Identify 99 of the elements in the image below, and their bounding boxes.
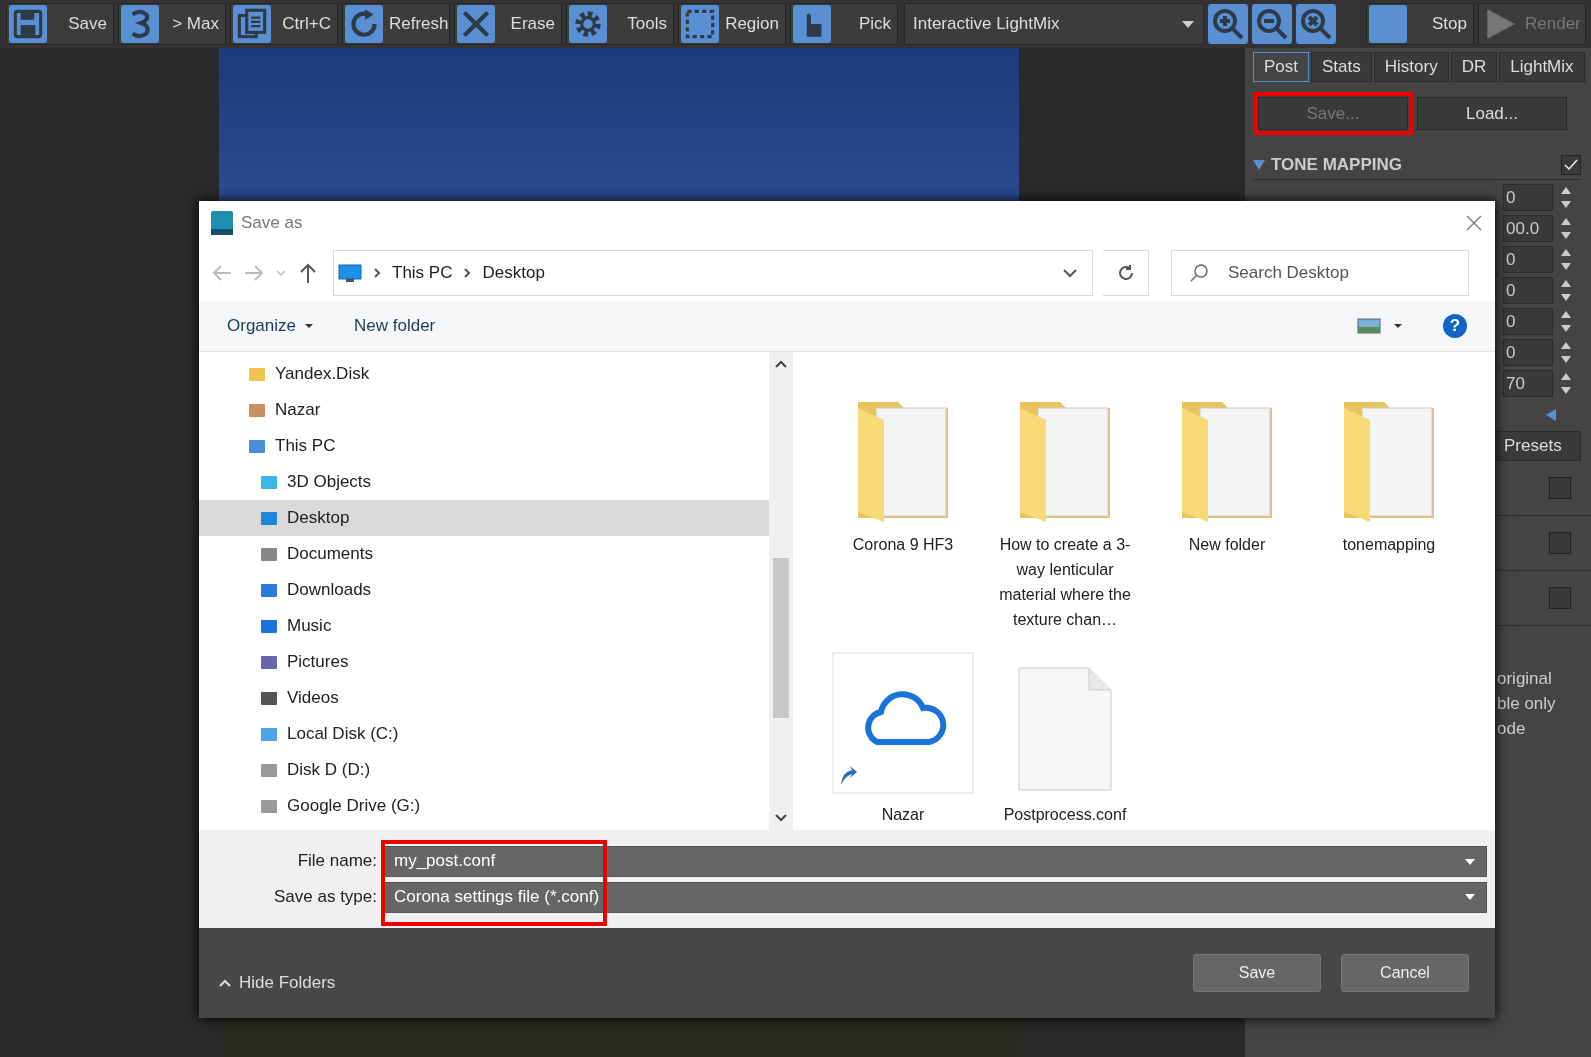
- scroll-up-icon[interactable]: [775, 360, 787, 368]
- collapse-triangle-icon[interactable]: [1253, 159, 1265, 171]
- zoom-out-icon[interactable]: [1252, 4, 1292, 44]
- document-icon: [1015, 664, 1115, 794]
- dialog-button[interactable]: Save: [1193, 954, 1321, 992]
- toolbar-button[interactable]: Erase: [454, 3, 562, 45]
- breadcrumb-item[interactable]: This PC: [392, 263, 453, 283]
- file-name[interactable]: Corona 9 HF3: [837, 532, 969, 557]
- file-name[interactable]: How to create a 3-way lenticular material where the texture chan…: [999, 532, 1131, 632]
- dialog-button[interactable]: Cancel: [1341, 954, 1469, 992]
- caret-icon[interactable]: [1393, 323, 1403, 329]
- toolbar-button[interactable]: Tools: [566, 3, 674, 45]
- three-logo-icon: [121, 5, 159, 43]
- zoom-reset-icon[interactable]: [1296, 4, 1336, 44]
- floppy-icon: [9, 5, 47, 43]
- dropdown-arrow-icon: [1464, 893, 1476, 901]
- option-checkbox[interactable]: [1549, 587, 1571, 609]
- presets-button[interactable]: Presets: [1497, 431, 1581, 461]
- scroll-thumb[interactable]: [773, 558, 789, 718]
- triangle-left-icon[interactable]: [1545, 409, 1557, 421]
- panel-tab[interactable]: Stats: [1311, 52, 1372, 82]
- refresh-icon: [345, 5, 383, 43]
- number-field[interactable]: 70: [1503, 370, 1553, 397]
- chevron-right-icon: [372, 267, 382, 279]
- tree-item[interactable]: Nazar: [199, 392, 769, 428]
- toolbar-button[interactable]: > Max: [118, 3, 226, 45]
- number-field[interactable]: 0: [1503, 277, 1553, 304]
- breadcrumb-item[interactable]: Desktop: [482, 263, 545, 283]
- gear-icon: [569, 5, 607, 43]
- app-logo-icon: [211, 211, 233, 235]
- file-name[interactable]: Postprocess.conf: [999, 802, 1131, 827]
- copy-icon: [233, 5, 271, 43]
- field-label: File name:: [296, 851, 377, 871]
- tree-item[interactable]: Pictures: [199, 644, 769, 680]
- chevron-down-icon[interactable]: [1062, 267, 1078, 279]
- command-button[interactable]: Organize: [227, 316, 314, 336]
- monitor-icon: [338, 264, 362, 282]
- refresh-button[interactable]: [1103, 250, 1149, 296]
- dashed-square-icon: [681, 5, 719, 43]
- file-type-dropdown[interactable]: Corona settings file (*.conf): [383, 881, 1487, 913]
- address-bar[interactable]: This PC Desktop: [333, 250, 1093, 296]
- close-icon[interactable]: [1465, 214, 1483, 232]
- stop-square-icon: [1369, 5, 1407, 43]
- dropdown-arrow-icon[interactable]: [1464, 857, 1476, 866]
- panel-tab[interactable]: History: [1373, 52, 1449, 82]
- tree-item[interactable]: Yandex.Disk: [199, 356, 769, 392]
- panel-tab[interactable]: LightMix: [1499, 52, 1585, 82]
- panel-tab[interactable]: Post: [1253, 52, 1310, 82]
- search-field[interactable]: Search Desktop: [1171, 250, 1469, 296]
- panel-tab[interactable]: DR: [1450, 52, 1498, 82]
- stop-button[interactable]: Stop: [1366, 3, 1474, 45]
- chevron-right-icon: [462, 267, 473, 279]
- toolbar-button[interactable]: Refresh: [342, 3, 450, 45]
- option-checkbox[interactable]: [1549, 477, 1571, 499]
- field-label: Save as type:: [273, 887, 377, 907]
- number-field[interactable]: 00.0: [1503, 215, 1553, 242]
- render-mode-dropdown[interactable]: Interactive LightMix: [904, 3, 1204, 45]
- caret-icon: [1181, 19, 1195, 29]
- note-text: ode: [1497, 718, 1527, 740]
- toolbar-button[interactable]: Ctrl+C: [230, 3, 338, 45]
- file-name[interactable]: New folder: [1161, 532, 1293, 557]
- cloud-shortcut-icon: [832, 652, 974, 794]
- number-field[interactable]: 0: [1503, 184, 1553, 211]
- toolbar-button[interactable]: Save: [6, 3, 114, 45]
- tree-item[interactable]: Disk D (D:): [199, 752, 769, 788]
- section-title: TONE MAPPING: [1271, 155, 1403, 175]
- tree-item[interactable]: Desktop: [199, 500, 769, 536]
- scroll-down-icon[interactable]: [775, 814, 787, 822]
- option-checkbox[interactable]: [1549, 532, 1571, 554]
- toolbar-button[interactable]: Region: [678, 3, 786, 45]
- tree-item[interactable]: Local Disk (C:): [199, 716, 769, 752]
- help-button[interactable]: ?: [1443, 314, 1467, 338]
- number-field[interactable]: 0: [1503, 308, 1553, 335]
- tree-item[interactable]: Documents: [199, 536, 769, 572]
- note-text: original: [1497, 668, 1553, 690]
- file-name-field[interactable]: my_post.conf: [383, 845, 1487, 877]
- caret-icon: [304, 323, 314, 329]
- tree-item[interactable]: 3D Objects: [199, 464, 769, 500]
- tree-item[interactable]: This PC: [199, 428, 769, 464]
- file-name[interactable]: Nazar: [837, 802, 969, 827]
- command-button[interactable]: New folder: [354, 316, 436, 336]
- tree-item[interactable]: Downloads: [199, 572, 769, 608]
- file-name[interactable]: tonemapping: [1323, 532, 1455, 557]
- note-text: ble only: [1497, 693, 1557, 715]
- x-icon: [457, 5, 495, 43]
- load-preset-button[interactable]: Load...: [1417, 97, 1567, 130]
- tree-item[interactable]: Music: [199, 608, 769, 644]
- checkmark-icon: [1564, 159, 1578, 171]
- tree-item[interactable]: Videos: [199, 680, 769, 716]
- hide-folders-button[interactable]: Hide Folders: [213, 972, 342, 994]
- section-checkbox[interactable]: [1561, 155, 1581, 175]
- zoom-in-icon[interactable]: [1208, 4, 1248, 44]
- tree-item[interactable]: Google Drive (G:): [199, 788, 769, 824]
- number-field[interactable]: 0: [1503, 246, 1553, 273]
- scrollbar[interactable]: [769, 352, 793, 830]
- number-field[interactable]: 0: [1503, 339, 1553, 366]
- chevron-up-icon: [219, 979, 231, 987]
- toolbar-button[interactable]: Pick: [790, 3, 898, 45]
- dialog-title: Save as: [241, 213, 303, 233]
